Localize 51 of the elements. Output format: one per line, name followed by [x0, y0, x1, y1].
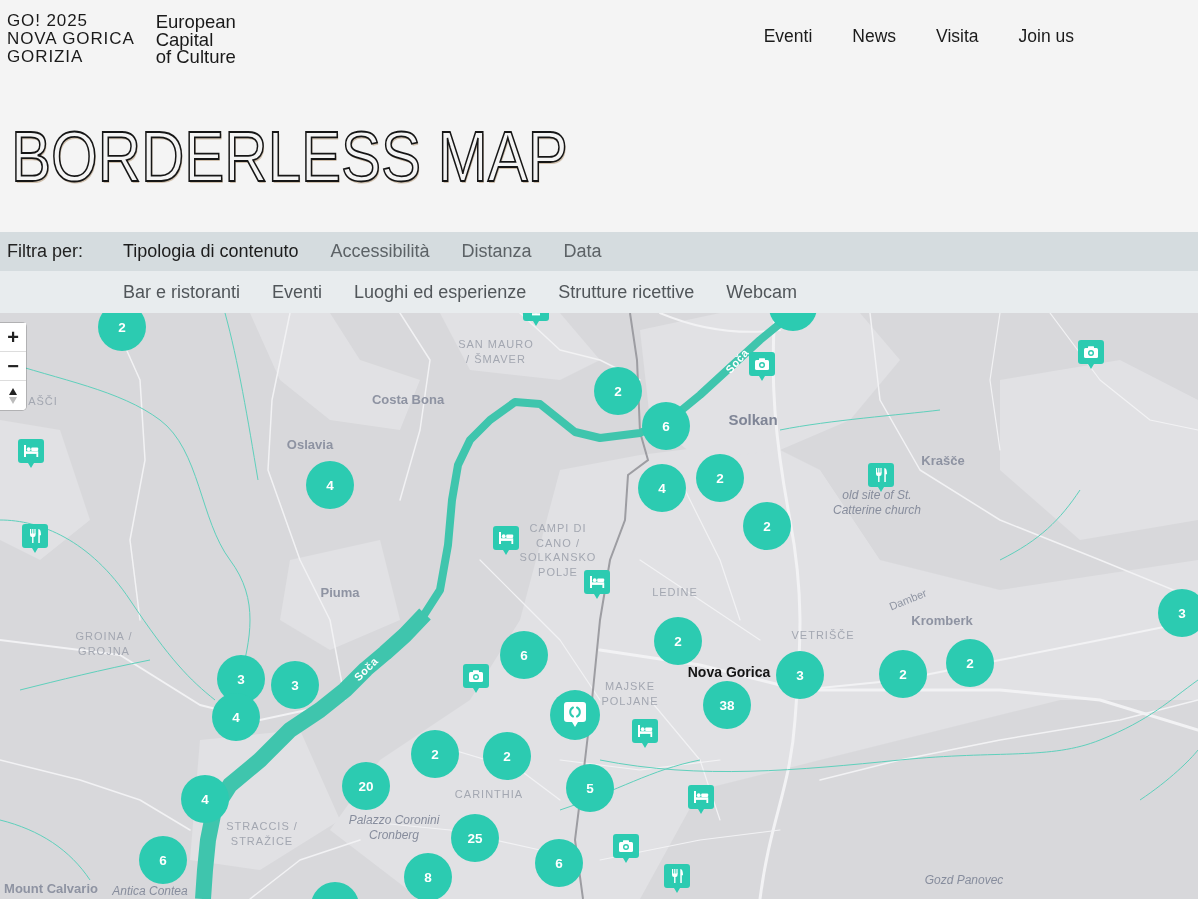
place-label: Solkan	[728, 410, 778, 428]
camera-pin-icon[interactable]	[613, 834, 639, 863]
place-label: Costa Bona	[371, 391, 445, 407]
filter-tab[interactable]: Distanza	[461, 241, 532, 262]
filter-label: Filtra per:	[7, 241, 85, 262]
district-label: STRACCIS / STRAŽICE	[226, 818, 298, 848]
city-label: Nova Gorica	[687, 664, 771, 680]
district-label: CARINTHIA	[454, 786, 524, 802]
page-title: BORDERLESS MAP	[11, 117, 568, 199]
category-option[interactable]: Eventi	[272, 281, 323, 303]
district-label: LEDINE	[652, 584, 698, 600]
district-label: MAJSKE POLJANE	[601, 678, 659, 708]
location-marker-icon[interactable]	[550, 690, 600, 740]
fork-knife-pin-icon[interactable]	[664, 864, 690, 893]
camera-pin-icon[interactable]	[1078, 340, 1104, 369]
nav-link[interactable]: Join us	[1018, 26, 1074, 46]
fork-knife-pin-icon[interactable]	[868, 463, 894, 492]
place-label: Mount Calvario	[4, 880, 98, 896]
poi-label: Antica Contea	[112, 883, 188, 899]
nav-link[interactable]: News	[852, 26, 897, 46]
tagline-text: European Capital of Culture	[155, 13, 236, 66]
nav-link[interactable]: Eventi	[763, 26, 813, 46]
district-label: VETRIŠČE	[791, 627, 855, 643]
bed-pin-icon[interactable]	[584, 570, 610, 599]
bed-pin-icon[interactable]	[632, 719, 658, 748]
filter-tab[interactable]: Tipologia di contenuto	[123, 241, 299, 262]
place-label: Oslavia	[286, 436, 334, 452]
category-option[interactable]: Bar e ristoranti	[123, 281, 241, 303]
nav-link[interactable]: Visita	[936, 26, 979, 46]
category-option[interactable]: Webcam	[726, 281, 797, 303]
filter-tab[interactable]: Accessibilità	[330, 241, 430, 262]
district-label: SAN MAURO / ŠMAVER	[458, 336, 534, 366]
place-label: Piuma	[320, 584, 360, 600]
poi-label: Palazzo Coronini Cronberg	[348, 813, 440, 843]
camera-pin-icon[interactable]	[749, 352, 775, 381]
camera-pin-icon[interactable]	[463, 664, 489, 693]
brand-logo[interactable]: GO! 2025 NOVA GORICA GORIZIA	[7, 12, 135, 66]
fork-knife-pin-icon[interactable]	[22, 524, 48, 553]
place-label: Kromberk	[911, 612, 973, 628]
district-label: CAMPI DI CANO / SOLKANSKO POLJE	[519, 521, 597, 579]
compass-icon	[8, 386, 18, 405]
category-option[interactable]: Luoghi ed esperienze	[354, 281, 527, 303]
bed-pin-icon[interactable]	[493, 526, 519, 555]
filter-tab[interactable]: Data	[563, 241, 602, 262]
place-label: Krašče	[921, 452, 965, 468]
poi-label: Gozd Panovec	[924, 872, 1004, 888]
category-option[interactable]: Strutture ricettive	[558, 281, 695, 303]
bed-pin-icon[interactable]	[688, 785, 714, 814]
bed-pin-icon[interactable]	[18, 439, 44, 468]
zoom-in-button[interactable]: +	[0, 323, 26, 352]
poi-label: old site of St. Catterine church	[833, 488, 921, 518]
